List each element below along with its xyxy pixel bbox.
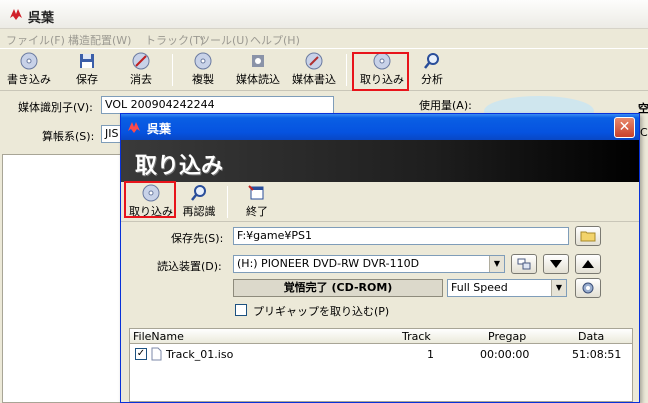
rescan-button[interactable]: 再認識 <box>179 184 219 220</box>
magnifier-icon <box>424 53 439 69</box>
browse-folder-button[interactable] <box>575 226 601 246</box>
dialog-logo-icon <box>128 122 140 133</box>
media-id-label: 媒体識別子(V): <box>18 101 93 114</box>
main-list-panel <box>2 154 124 403</box>
menu-tools[interactable]: ツール(U) <box>199 32 249 48</box>
windows-icon <box>517 258 531 270</box>
toolbar-separator <box>172 54 173 86</box>
row-pregap: 00:00:00 <box>480 348 530 361</box>
triangle-down-icon <box>550 260 562 268</box>
drive-list-button[interactable] <box>511 254 537 274</box>
move-up-button[interactable] <box>575 254 601 274</box>
rescan-label: 再認識 <box>182 205 216 218</box>
floppy-icon <box>80 54 94 68</box>
save-to-label: 保存先(S): <box>171 232 224 245</box>
row-checkbox[interactable]: ✓ <box>135 348 147 360</box>
write-media-button[interactable]: 媒体書込 <box>288 52 340 88</box>
row-data: 51:08:51 <box>572 348 622 361</box>
copy-label: 複製 <box>192 73 214 86</box>
main-toolbar: 書き込み 保存 消去 複製 媒体読込 媒体書込 取り込み 分析 <box>0 49 648 91</box>
write-media-icon <box>305 52 323 70</box>
analyze-button[interactable]: 分析 <box>416 52 448 88</box>
close-icon[interactable]: ✕ <box>614 117 635 138</box>
drive-status: 覚悟完了 (CD-ROM) <box>233 279 443 297</box>
move-down-button[interactable] <box>543 254 569 274</box>
pregap-label: プリギャップを取り込む(P) <box>253 305 390 318</box>
read-media-label: 媒体読込 <box>236 73 280 86</box>
menu-help[interactable]: ヘルプ(H) <box>250 32 300 48</box>
menu-file[interactable]: ファイル(F) <box>6 32 65 48</box>
drive-select-value: (H:) PIONEER DVD-RW DVR-110D <box>237 257 420 270</box>
copy-button[interactable]: 複製 <box>186 52 220 88</box>
write-button[interactable]: 書き込み <box>6 52 52 88</box>
menu-bar: ファイル(F) 構造配置(W) トラック(T) ツール(U) ヘルプ(H) <box>0 29 648 49</box>
drive-label: 読込装置(D): <box>157 260 222 273</box>
speed-select[interactable]: Full Speed ▼ <box>447 279 567 297</box>
drive-select[interactable]: (H:) PIONEER DVD-RW DVR-110D ▼ <box>233 255 505 273</box>
write-label: 書き込み <box>7 73 51 86</box>
track-list: ✓ Track_01.iso 1 00:00:00 51:08:51 <box>129 344 633 402</box>
save-to-field[interactable]: F:¥game¥PS1 <box>233 227 569 245</box>
disc-icon <box>20 52 38 70</box>
menu-track[interactable]: トラック(T) <box>145 32 204 48</box>
triangle-up-icon <box>582 260 594 268</box>
toolbar-separator <box>346 54 347 86</box>
exit-button[interactable]: 終了 <box>239 184 275 220</box>
dialog-toolbar: 取り込み 再認識 終了 <box>121 182 639 222</box>
dialog-banner: 取り込み <box>121 140 639 182</box>
drive-settings-button[interactable] <box>575 278 601 298</box>
read-media-icon <box>252 55 264 67</box>
row-track: 1 <box>427 348 434 361</box>
menu-structure[interactable]: 構造配置(W) <box>68 32 131 48</box>
column-pregap[interactable]: Pregap <box>488 330 526 343</box>
media-id-field[interactable]: VOL 200904242244 <box>101 96 334 114</box>
folder-icon <box>580 231 596 242</box>
column-track[interactable]: Track <box>402 330 431 343</box>
dialog-title: 呉葉 <box>147 122 172 136</box>
pregap-checkbox[interactable] <box>235 304 247 316</box>
erase-label: 消去 <box>130 73 152 86</box>
banner-title: 取り込み <box>135 154 224 179</box>
exit-label: 終了 <box>246 205 268 218</box>
usage-label: 使用量(A): <box>419 99 472 112</box>
copy-disc-icon <box>194 52 212 70</box>
ledger-label: 算帳系(S): <box>42 130 95 143</box>
right-clipped-field: C <box>640 126 648 139</box>
dialog-titlebar: 呉葉 ✕ <box>121 114 639 140</box>
column-data[interactable]: Data <box>578 330 604 343</box>
dialog-body: 保存先(S): F:¥game¥PS1 読込装置(D): (H:) PIONEE… <box>121 222 639 402</box>
rip-highlight <box>352 52 409 91</box>
main-titlebar: 呉葉 <box>0 0 648 29</box>
app-logo-icon <box>10 9 22 20</box>
analyze-label: 分析 <box>421 73 443 86</box>
erase-button[interactable]: 消去 <box>124 52 158 88</box>
rip-dialog: 呉葉 ✕ 取り込み 取り込み 再認識 終了 保存先(S): F:¥game¥PS… <box>120 113 640 403</box>
chevron-down-icon[interactable]: ▼ <box>489 256 504 272</box>
chevron-down-icon[interactable]: ▼ <box>551 280 566 296</box>
exit-icon <box>248 185 264 200</box>
save-button[interactable]: 保存 <box>70 52 104 88</box>
gear-icon <box>582 282 594 294</box>
speed-select-value: Full Speed <box>451 281 508 294</box>
column-filename[interactable]: FileName <box>133 330 184 343</box>
save-label: 保存 <box>76 73 98 86</box>
magnifier-icon <box>191 185 206 201</box>
erase-disc-icon <box>132 52 150 70</box>
file-icon <box>151 347 162 361</box>
row-filename: Track_01.iso <box>166 348 234 361</box>
write-media-label: 媒体書込 <box>292 73 336 86</box>
toolbar-separator <box>227 186 228 218</box>
read-media-button[interactable]: 媒体読込 <box>232 52 284 88</box>
track-list-header: FileName Track Pregap Data <box>129 328 633 344</box>
app-title: 呉葉 <box>28 11 55 26</box>
dialog-rip-highlight <box>124 181 176 218</box>
